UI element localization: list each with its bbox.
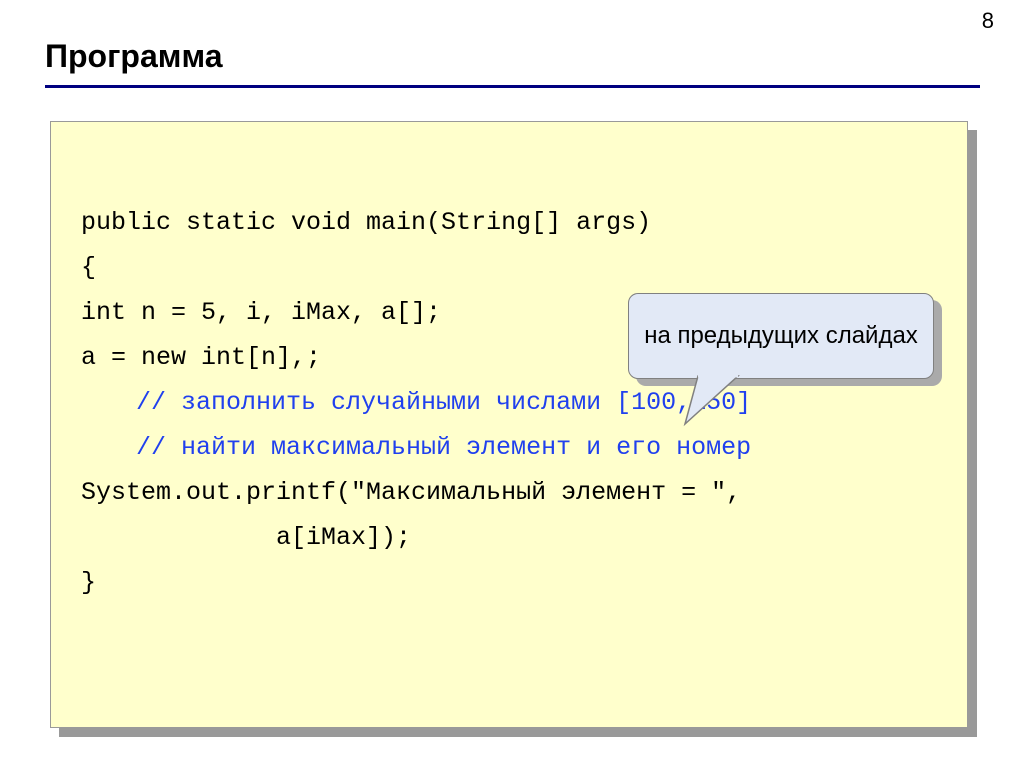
code-line-7: } bbox=[81, 570, 937, 595]
callout-box: на предыдущих слайдах bbox=[628, 293, 934, 379]
title-underline bbox=[45, 85, 980, 88]
callout-text: на предыдущих слайдах bbox=[644, 320, 918, 351]
page-number: 8 bbox=[982, 8, 994, 34]
code-comment-1: // заполнить случайными числами [100,150… bbox=[81, 390, 937, 415]
callout-tail-icon bbox=[680, 374, 750, 434]
code-line-2: { bbox=[81, 255, 937, 280]
code-box: public static void main(String[] args) {… bbox=[50, 121, 968, 728]
code-line-1: public static void main(String[] args) bbox=[81, 210, 937, 235]
code-line-6: a[iMax]); bbox=[81, 525, 937, 550]
code-comment-2: // найти максимальный элемент и его номе… bbox=[81, 435, 937, 460]
code-line-5: System.out.printf("Максимальный элемент … bbox=[81, 480, 937, 505]
slide-title: Программа bbox=[45, 38, 222, 75]
